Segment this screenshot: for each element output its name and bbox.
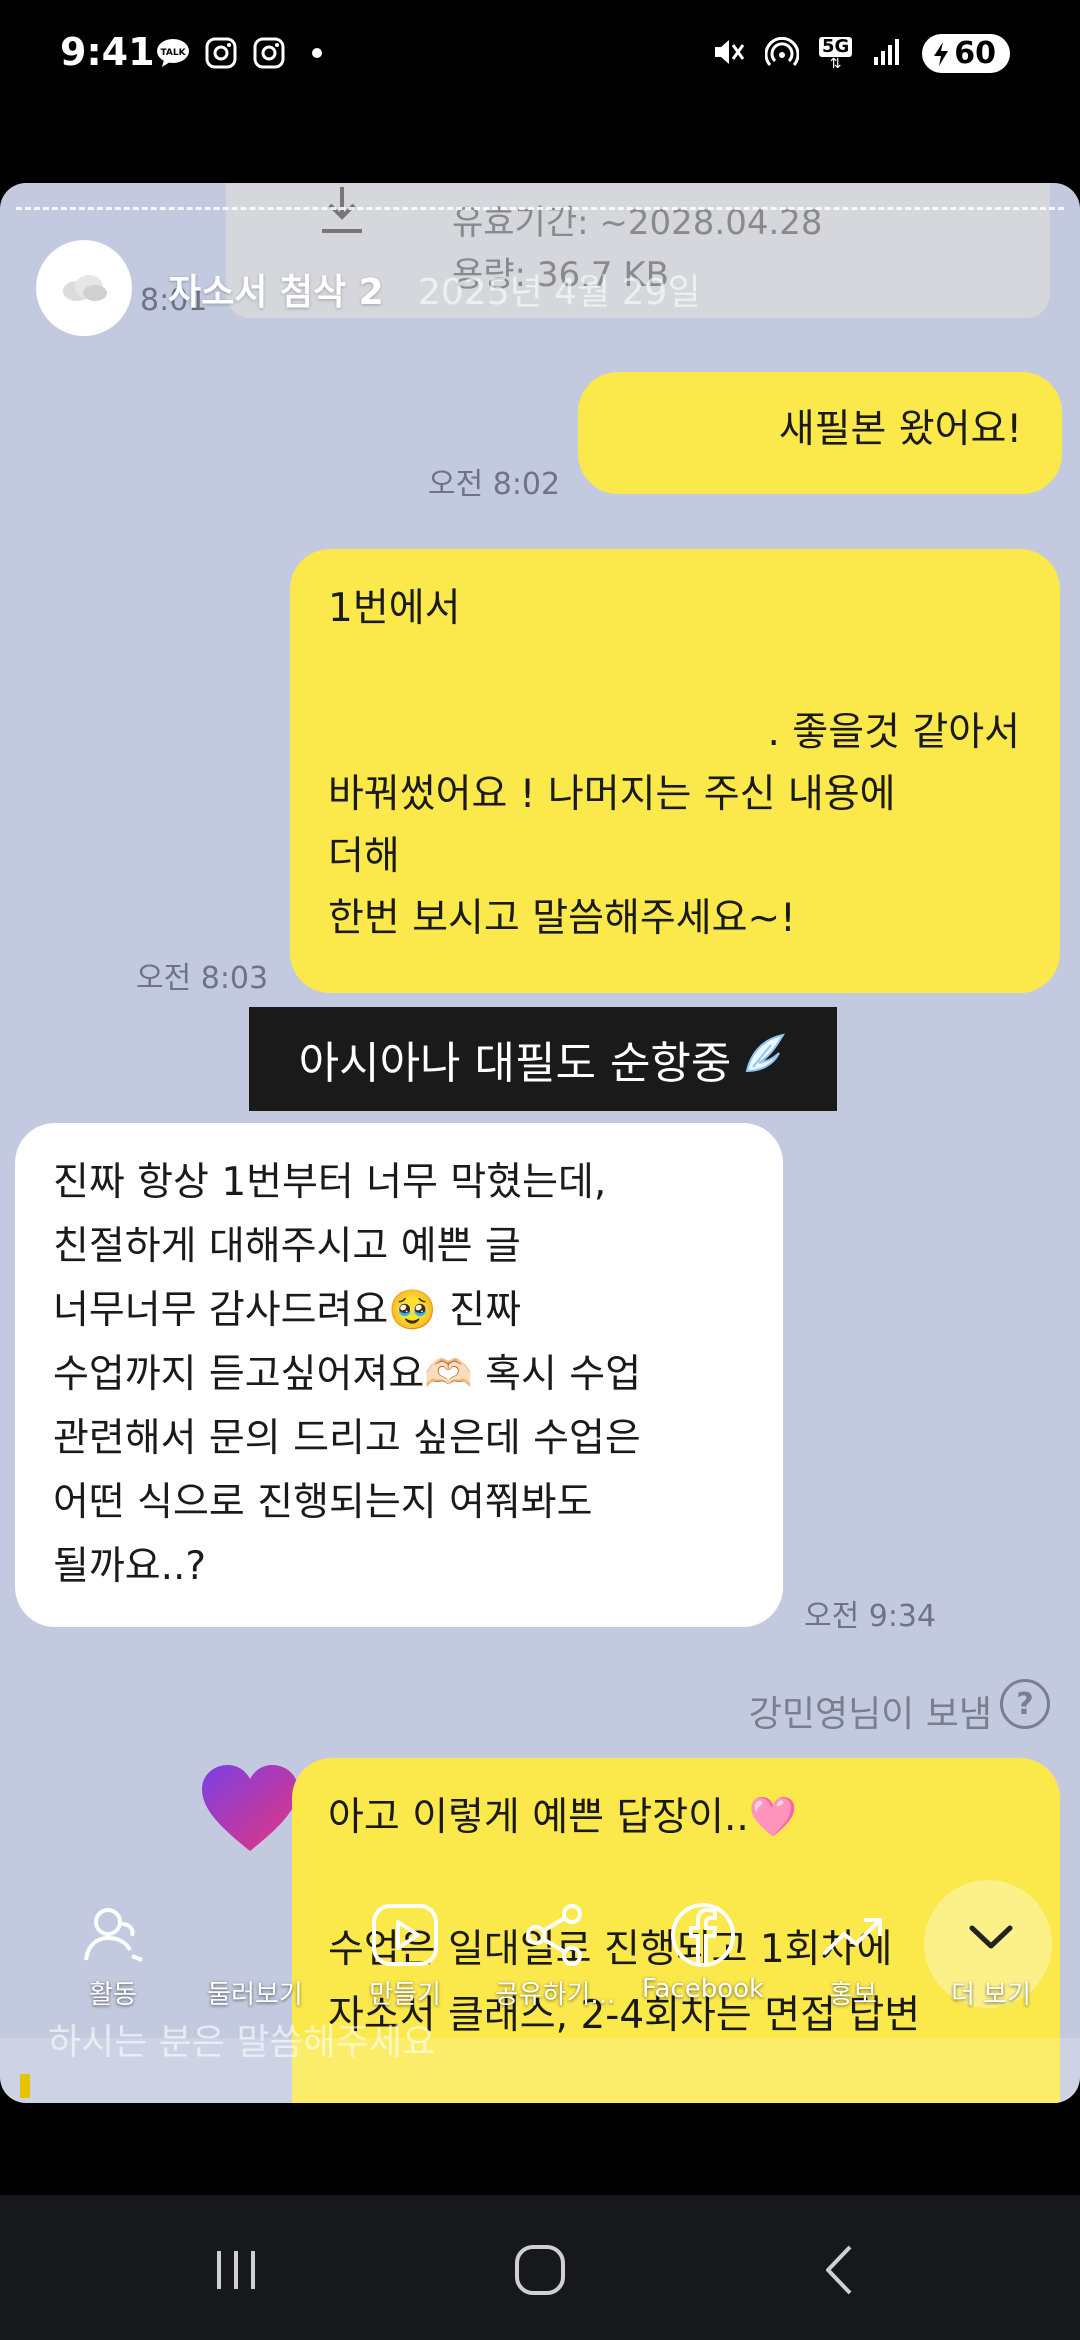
- promote-icon: [818, 1900, 888, 1970]
- received-message-bubble: 진짜 항상 1번부터 너무 막혔는데, 친절하게 대해주시고 예쁜 글 너무너무…: [15, 1123, 783, 1627]
- status-bar: 9:41 TALK 5G ⇅ 60: [0, 0, 1080, 110]
- create-icon: [370, 1900, 440, 1970]
- my-message-bubble: 1번에서 . 좋을것 같아서 바꿔썼어요 ! 나머지는 주신 내용에 더해 한번…: [290, 549, 1060, 993]
- recent-apps-button[interactable]: [196, 2235, 276, 2305]
- kakaotalk-icon: TALK: [156, 36, 190, 70]
- message-line: 1번에서: [328, 586, 461, 631]
- avatar[interactable]: [36, 240, 132, 336]
- action-label: 만들기: [369, 1980, 441, 2010]
- svg-text:TALK: TALK: [160, 48, 186, 58]
- message-line: 더해: [328, 834, 400, 879]
- action-label: 공유하기...: [494, 1980, 616, 2010]
- activity-icon: [78, 1900, 148, 1970]
- recent-apps-icon: [217, 2251, 255, 2289]
- home-button[interactable]: [500, 2235, 580, 2305]
- mute-icon: [711, 35, 745, 73]
- message-line: 친절하게 대해주시고 예쁜 글: [53, 1224, 521, 1269]
- download-icon[interactable]: [312, 183, 372, 243]
- sent-by-label: 강민영님이 보냄: [748, 1694, 992, 1735]
- heart-reaction-icon: [200, 1763, 300, 1855]
- message-line: 될까요..?: [53, 1544, 207, 1589]
- story-date: 2025년 4월 29일: [418, 272, 701, 313]
- action-label: 둘러보기: [207, 1980, 303, 2010]
- battery-icon: 60: [922, 34, 1010, 73]
- battery-level: 60: [954, 36, 996, 71]
- activity-button[interactable]: 활동: [38, 1900, 188, 2011]
- facebook-button[interactable]: Facebook: [628, 1900, 778, 2004]
- message-line: 어떤 식으로 진행되는지 여쭤봐도: [53, 1480, 593, 1525]
- help-icon[interactable]: ?: [1000, 1679, 1050, 1729]
- home-icon: [515, 2245, 565, 2295]
- message-line: 아고 이렇게 예쁜 답장이..🩷: [328, 1795, 798, 1840]
- message-line: 진짜 항상 1번부터 너무 막혔는데,: [53, 1160, 607, 1205]
- file-expiry: 유효기간: ~2028.04.28: [452, 203, 823, 243]
- status-time: 9:41: [60, 30, 155, 74]
- message-line: 너무너무 감사드려요🥹 진짜: [53, 1288, 522, 1333]
- my-message-bubble: 새필본 왔어요!: [578, 372, 1062, 494]
- message-line: 바꿔썼어요 ! 나머지는 주신 내용에: [328, 772, 896, 817]
- chevron-down-icon: [956, 1900, 1026, 1970]
- timestamp: 오전 9:34: [804, 1599, 937, 1634]
- message-line: 관련해서 문의 드리고 싶은데 수업은: [53, 1416, 641, 1461]
- timestamp: 오전 8:02: [428, 467, 561, 502]
- message-line: . 좋을것 같아서: [767, 710, 1020, 755]
- instagram-icon: [252, 36, 286, 70]
- text-sticker[interactable]: 아시아나 대필도 순항중: [249, 1007, 837, 1111]
- message-line: 수업까지 듣고싶어져요🫶🏻 혹시 수업: [53, 1352, 642, 1397]
- story-title: 자소서 첨삭 2: [168, 272, 384, 313]
- explore-button[interactable]: 둘러보기: [180, 1900, 330, 2011]
- action-label: 홍보: [829, 1980, 877, 2010]
- faded-message-text: 하시는 분은 말씀해주세요: [48, 2022, 436, 2063]
- back-button[interactable]: [800, 2235, 880, 2305]
- wing-icon: [741, 1031, 787, 1088]
- sticker-text: 아시아나 대필도 순항중: [298, 1038, 732, 1089]
- signal-icon: [872, 37, 902, 71]
- share-button[interactable]: 공유하기...: [480, 1900, 630, 2011]
- story-card[interactable]: 유효기간: ~2028.04.28 용량: 36.7 KB 8:01 자소서 첨…: [0, 183, 1080, 2103]
- message-text: 새필본 왔어요!: [778, 407, 1022, 452]
- explore-icon: [220, 1900, 290, 1970]
- 5g-icon: 5G ⇅: [818, 36, 853, 71]
- facebook-icon: [668, 1900, 738, 1970]
- hotspot-icon: [764, 35, 800, 73]
- instagram-icon: [204, 36, 238, 70]
- system-nav-bar: [0, 2195, 1080, 2340]
- action-label: 더 보기: [950, 1980, 1032, 2010]
- create-button[interactable]: 만들기: [330, 1900, 480, 2011]
- promote-button[interactable]: 홍보: [778, 1900, 928, 2011]
- timestamp: 오전 8:03: [136, 961, 269, 996]
- action-label: Facebook: [641, 1974, 765, 2004]
- dot-icon: [300, 36, 334, 70]
- share-icon: [520, 1900, 590, 1970]
- back-icon: [826, 2245, 852, 2295]
- story-progress-bar: [16, 207, 1064, 210]
- action-label: 활동: [89, 1980, 137, 2010]
- message-line: 한번 보시고 말씀해주세요~!: [328, 896, 796, 941]
- more-button[interactable]: 더 보기: [916, 1900, 1066, 2011]
